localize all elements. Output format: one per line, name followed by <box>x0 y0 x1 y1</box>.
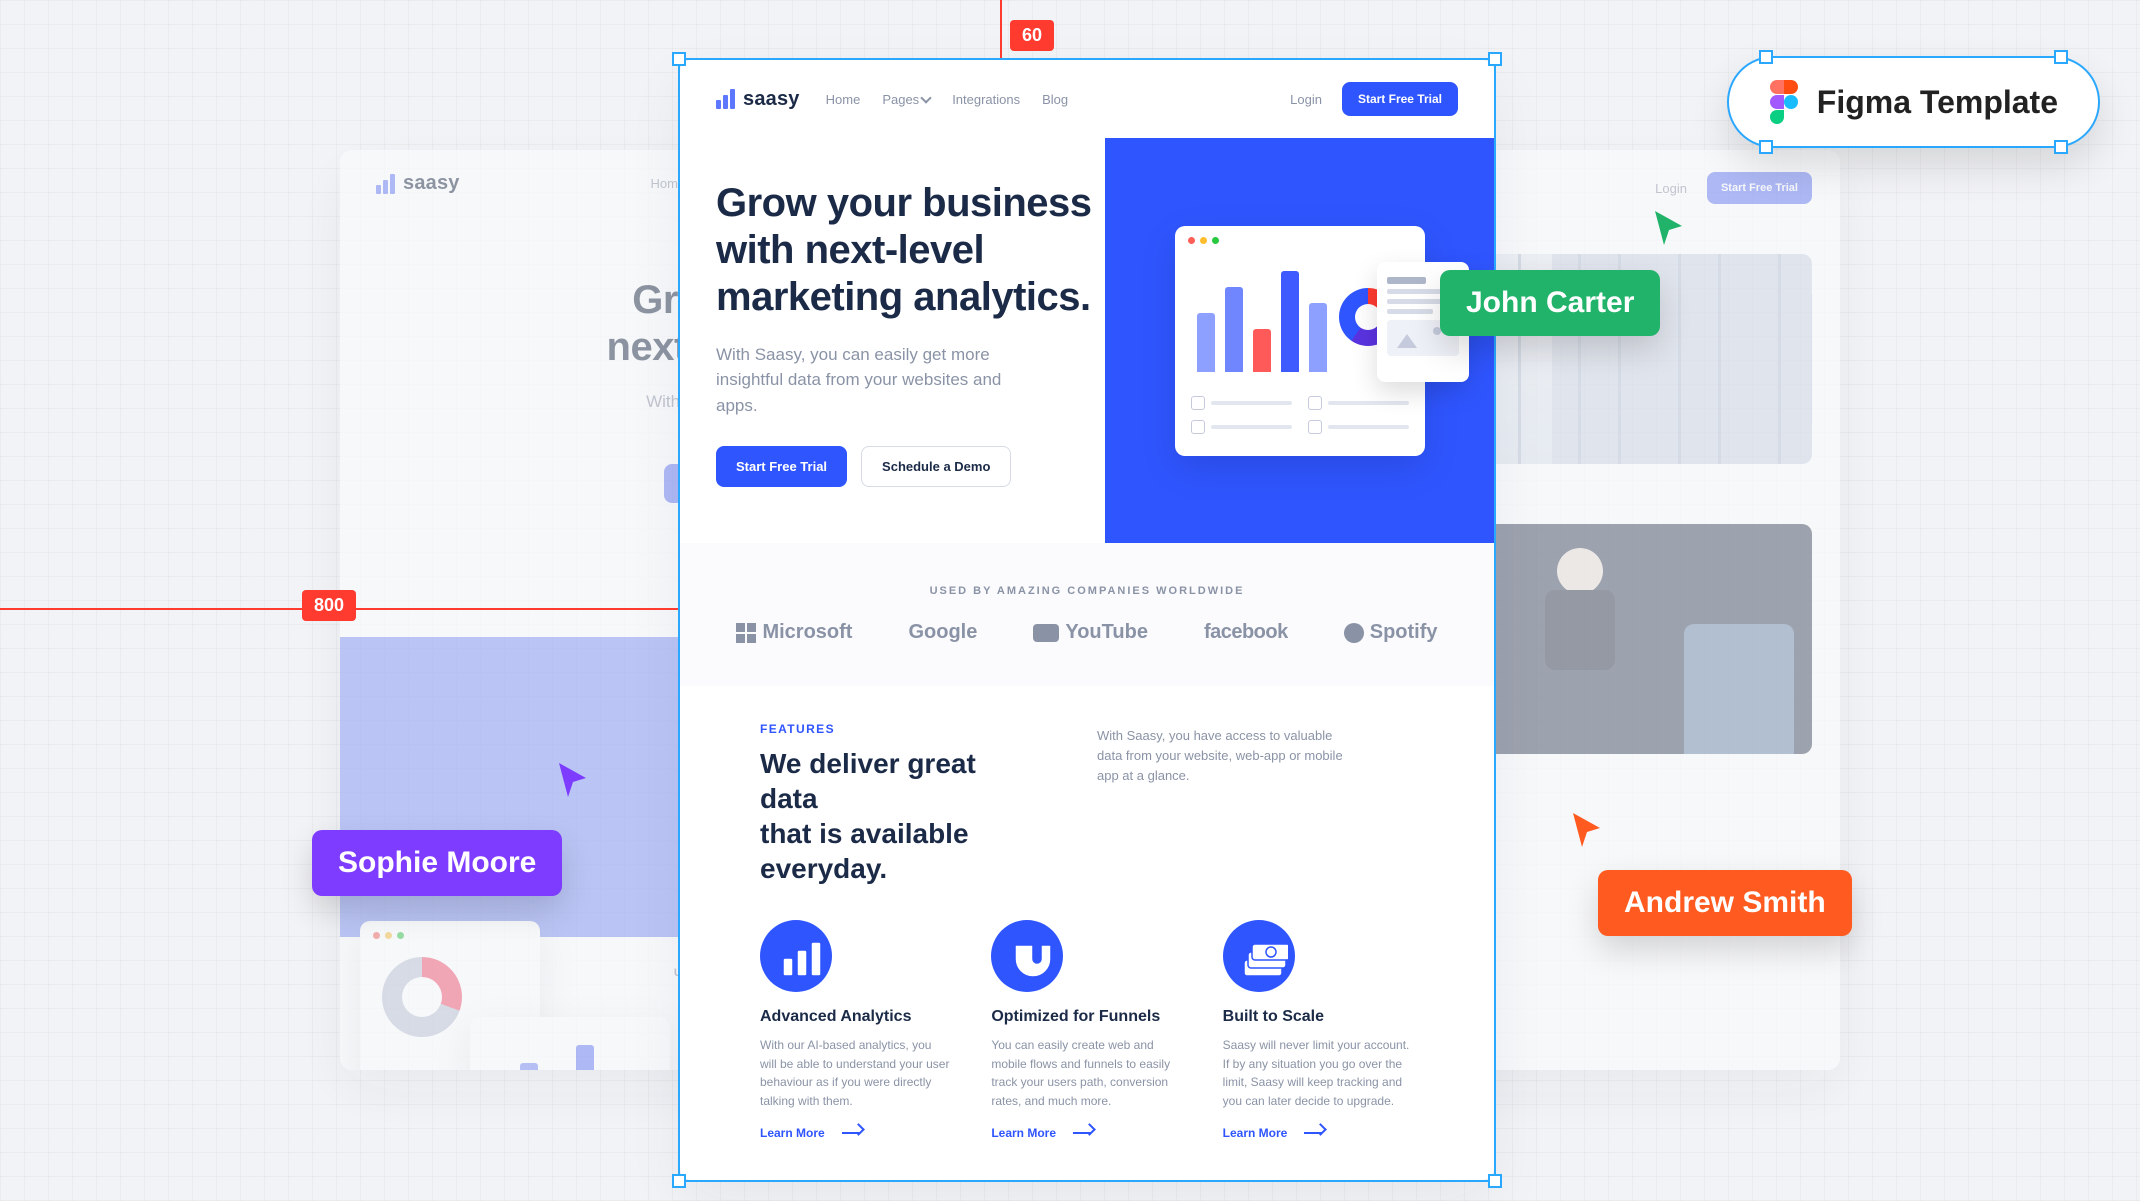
measure-line-top <box>1000 0 1002 60</box>
resize-handle-icon[interactable] <box>1759 140 1773 154</box>
selection-box[interactable] <box>678 58 1496 1182</box>
resize-handle-icon[interactable] <box>2054 140 2068 154</box>
resize-handle-icon[interactable] <box>1759 50 1773 64</box>
figma-logo-icon <box>1769 80 1799 124</box>
resize-handle-icon[interactable] <box>1488 52 1502 66</box>
cursor-orange-icon <box>1570 810 1604 850</box>
cursor-purple-icon <box>556 760 590 800</box>
resize-handle-icon[interactable] <box>672 1174 686 1188</box>
resize-handle-icon[interactable] <box>672 52 686 66</box>
cursor-tag-orange: Andrew Smith <box>1598 870 1852 936</box>
resize-handle-icon[interactable] <box>1488 1174 1502 1188</box>
figma-pill-label: Figma Template <box>1817 84 2058 121</box>
cursor-tag-purple: Sophie Moore <box>312 830 562 896</box>
measure-badge-left: 800 <box>302 590 356 621</box>
cursor-green-icon <box>1652 208 1686 248</box>
measure-badge-top: 60 <box>1010 20 1054 51</box>
figma-template-pill[interactable]: Figma Template <box>1727 56 2100 148</box>
cursor-tag-green: John Carter <box>1440 270 1660 336</box>
resize-handle-icon[interactable] <box>2054 50 2068 64</box>
